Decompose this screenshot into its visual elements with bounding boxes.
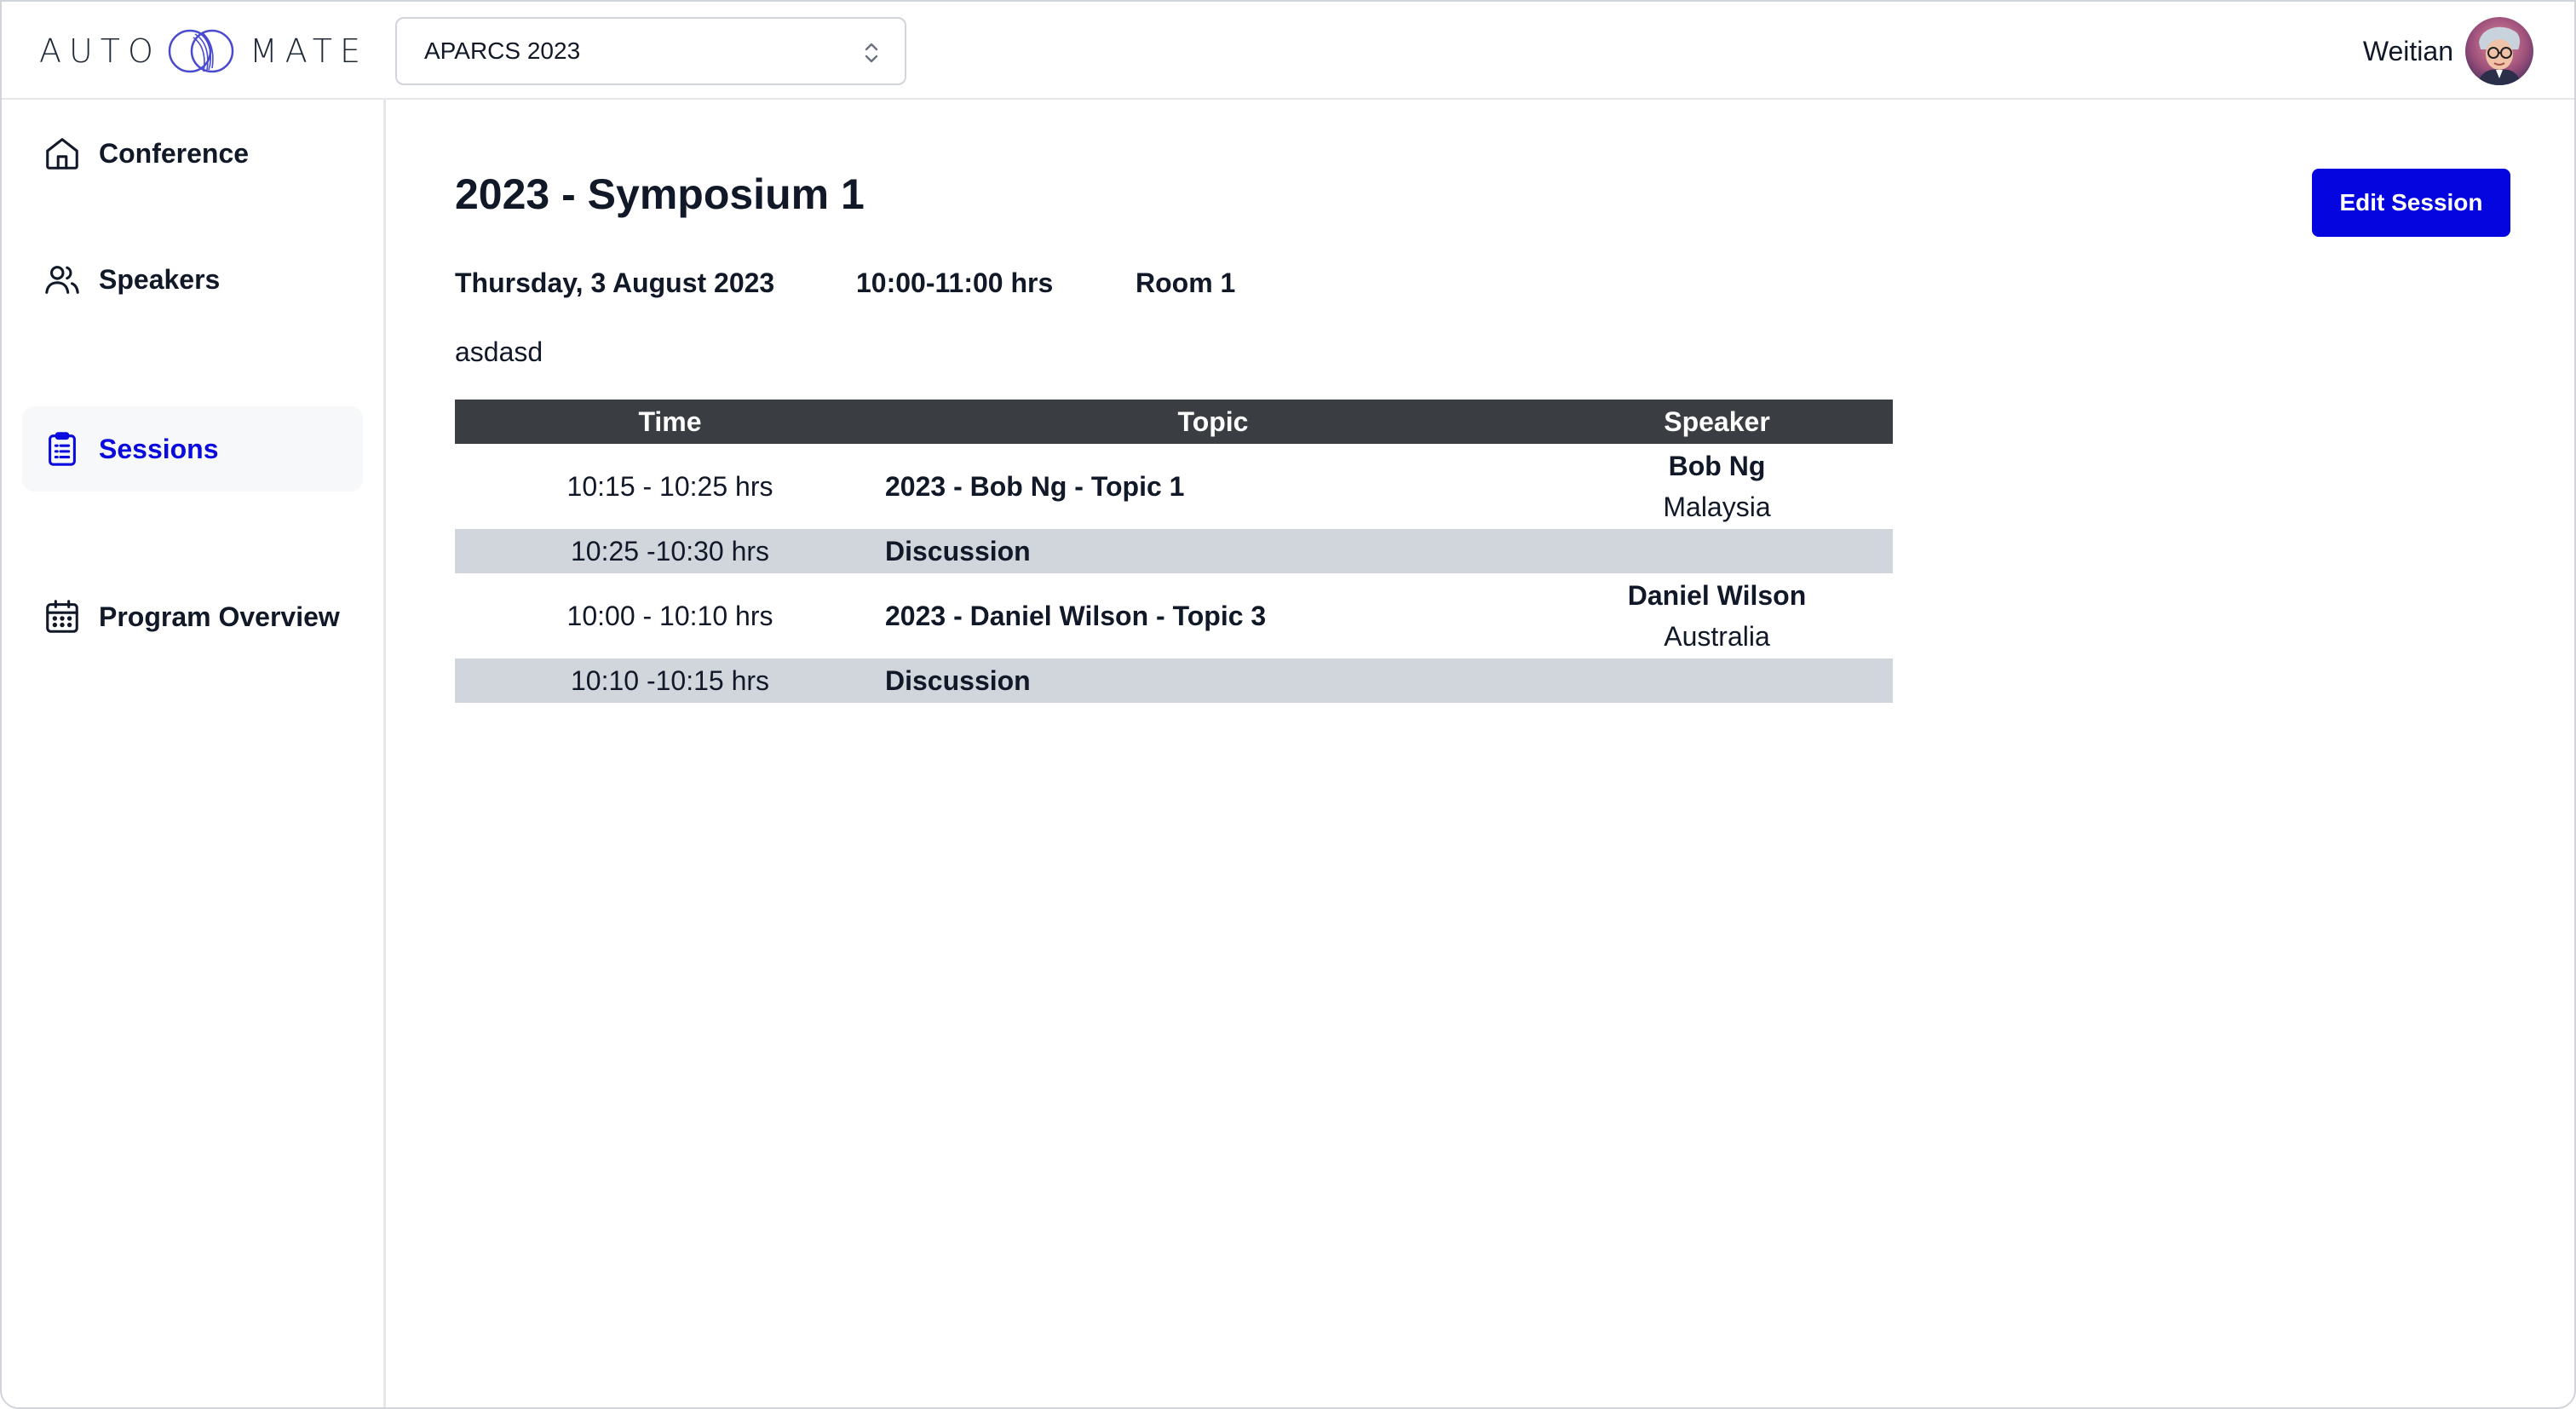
- sidebar-item-program-overview[interactable]: Program Overview: [22, 574, 363, 659]
- logo-rings-icon: [168, 29, 234, 73]
- table-row[interactable]: 10:15 - 10:25 hrs 2023 - Bob Ng - Topic …: [455, 444, 1893, 529]
- calendar-icon: [46, 600, 78, 633]
- page-title: 2023 - Symposium 1: [455, 170, 865, 218]
- speaker-country: Malaysia: [1663, 492, 1771, 522]
- row-topic: Discussion: [885, 658, 1541, 703]
- avatar[interactable]: [2465, 17, 2533, 85]
- app-logo[interactable]: AUTO MATE: [39, 24, 368, 78]
- speaker-country: Australia: [1664, 621, 1770, 652]
- row-topic: Discussion: [885, 529, 1541, 573]
- clipboard-list-icon: [49, 432, 76, 466]
- session-date: Thursday, 3 August 2023: [455, 267, 775, 298]
- logo-text-left: AUTO: [39, 32, 161, 70]
- sidebar-item-label: Speakers: [99, 263, 221, 295]
- row-time: 10:15 - 10:25 hrs: [455, 444, 885, 529]
- app-window: AUTO MATE APARCS 2023 Weitian Conference…: [0, 0, 2576, 1409]
- session-room: Room 1: [1136, 267, 1236, 298]
- row-speaker: Daniel Wilson Australia: [1541, 573, 1893, 658]
- row-speaker: [1541, 529, 1893, 573]
- speaker-name: Bob Ng: [1668, 451, 1766, 481]
- schedule-table: Time Topic Speaker 10:15 - 10:25 hrs 202…: [455, 400, 1893, 703]
- column-header-time: Time: [455, 400, 885, 444]
- row-time: 10:25 -10:30 hrs: [455, 529, 885, 573]
- speaker-name: Daniel Wilson: [1627, 580, 1807, 611]
- row-speaker: [1541, 658, 1893, 703]
- sidebar: Conference Speakers Sessions Program Ove…: [2, 100, 386, 1407]
- user-menu[interactable]: Weitian: [2363, 15, 2533, 87]
- table-row[interactable]: 10:10 -10:15 hrs Discussion: [455, 658, 1893, 703]
- session-description: asdasd: [455, 336, 543, 367]
- column-header-topic: Topic: [885, 400, 1541, 444]
- chevron-up-down-icon: [865, 43, 878, 63]
- sidebar-item-speakers[interactable]: Speakers: [22, 237, 363, 322]
- user-name: Weitian: [2362, 35, 2453, 66]
- avatar-image: [2465, 17, 2533, 85]
- table-row[interactable]: 10:25 -10:30 hrs Discussion: [455, 529, 1893, 573]
- table-header-row: Time Topic Speaker: [455, 400, 1893, 444]
- conference-select[interactable]: APARCS 2023: [395, 17, 906, 85]
- row-time: 10:00 - 10:10 hrs: [455, 573, 885, 658]
- conference-select-value: APARCS 2023: [424, 37, 581, 64]
- sidebar-item-label: Program Overview: [99, 601, 340, 632]
- row-speaker: Bob Ng Malaysia: [1541, 444, 1893, 529]
- row-topic: 2023 - Bob Ng - Topic 1: [885, 444, 1541, 529]
- sidebar-item-sessions[interactable]: Sessions: [22, 406, 363, 492]
- table-row[interactable]: 10:00 - 10:10 hrs 2023 - Daniel Wilson -…: [455, 573, 1893, 658]
- row-time: 10:10 -10:15 hrs: [455, 658, 885, 703]
- sidebar-item-label: Sessions: [99, 433, 219, 464]
- session-time: 10:00-11:00 hrs: [856, 267, 1054, 298]
- home-icon: [46, 138, 78, 170]
- column-header-speaker: Speaker: [1541, 400, 1893, 444]
- sidebar-item-conference[interactable]: Conference: [22, 111, 363, 196]
- edit-session-button[interactable]: Edit Session: [2312, 169, 2510, 237]
- sidebar-item-label: Conference: [99, 137, 250, 169]
- row-topic: 2023 - Daniel Wilson - Topic 3: [885, 573, 1541, 658]
- main-content: 2023 - Symposium 1 Edit Session Thursday…: [388, 100, 2574, 1407]
- logo-text-right: MATE: [249, 32, 368, 70]
- users-icon: [45, 266, 79, 294]
- top-header: AUTO MATE APARCS 2023 Weitian: [2, 2, 2574, 100]
